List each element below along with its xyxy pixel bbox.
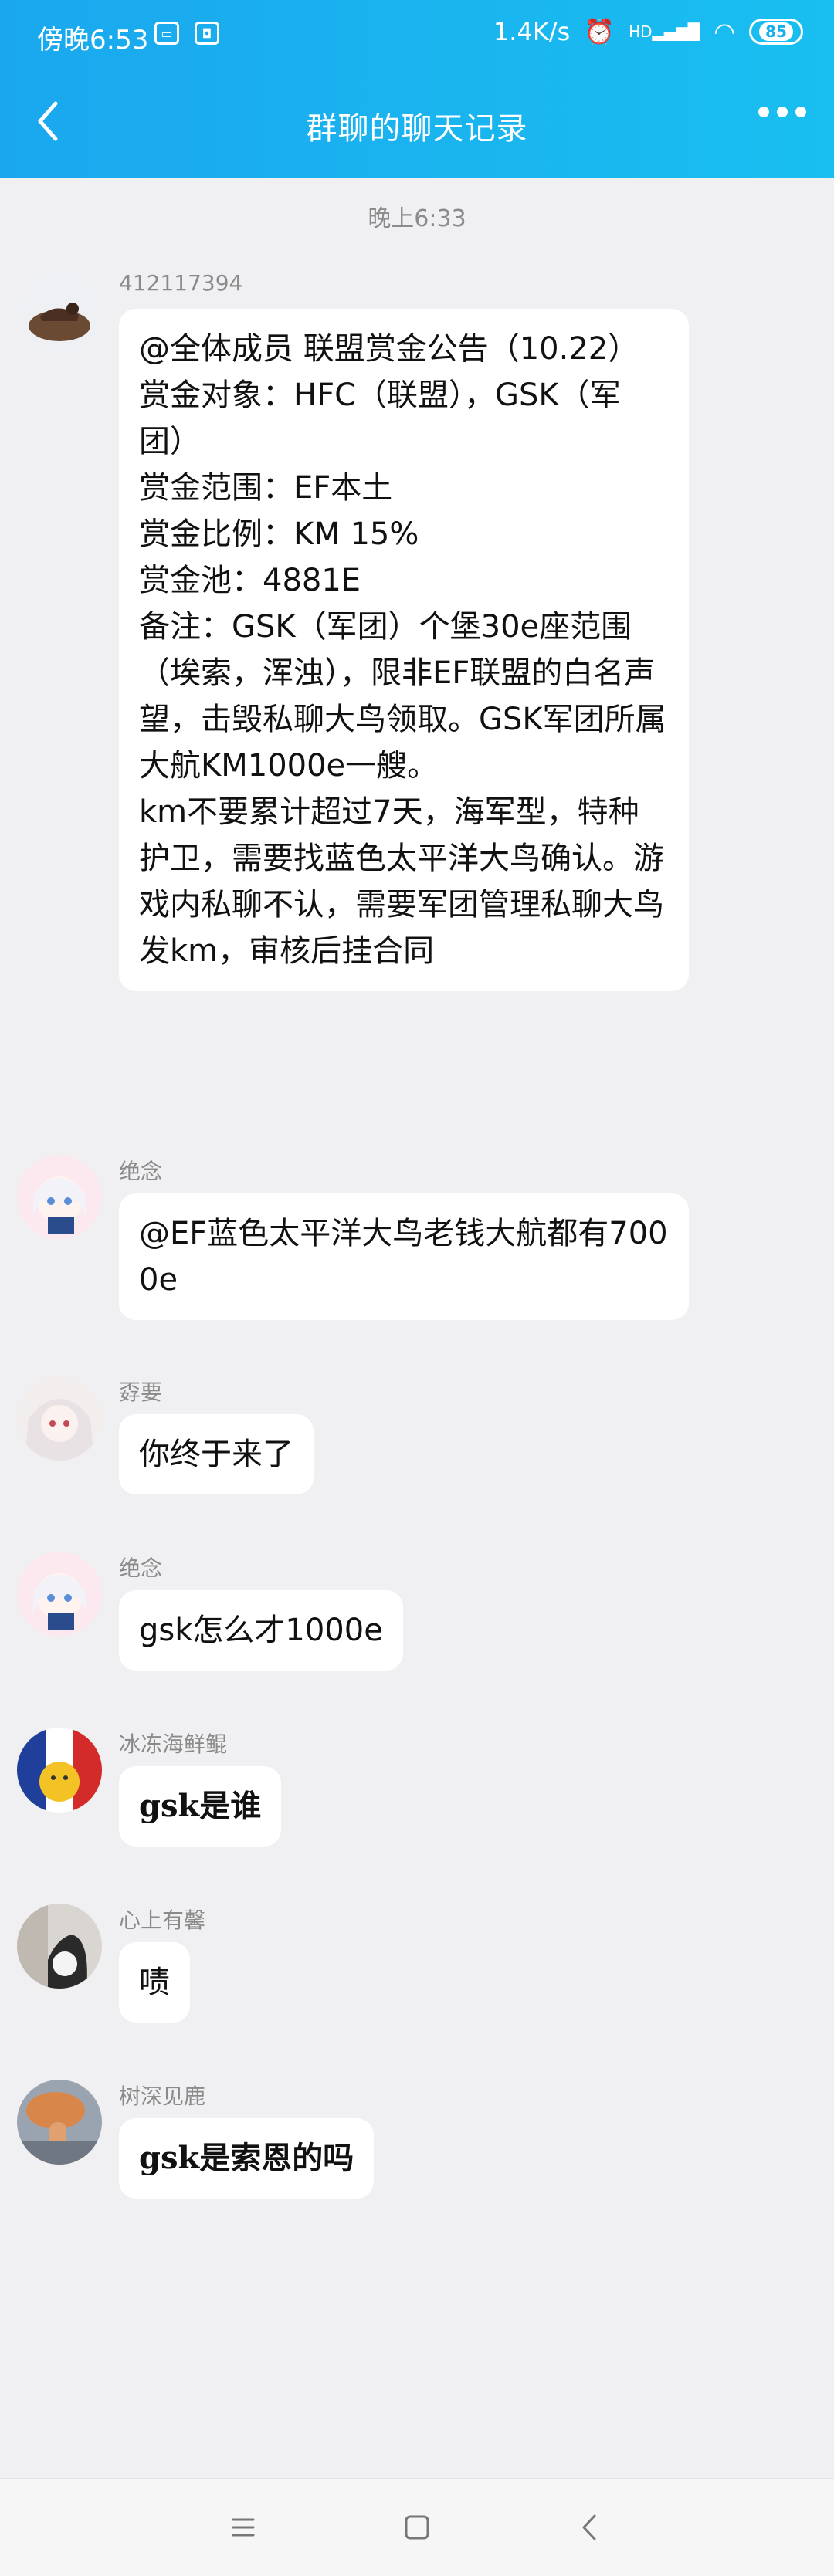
tv-app-icon: ▭ [154, 22, 179, 45]
chevron-left-icon [582, 2514, 596, 2540]
sender-name: 树深见鹿 [119, 2083, 206, 2109]
message-bubble[interactable]: 啧 [119, 1942, 190, 2023]
more-button[interactable] [758, 107, 806, 117]
menu-icon [232, 2518, 255, 2537]
wifi-icon: ◠ [714, 17, 735, 46]
header: 群聊的聊天记录 [0, 77, 834, 178]
system-nav-bar [0, 2478, 834, 2576]
alarm-icon: ⏰ [584, 17, 615, 46]
battery-icon: 85 [749, 19, 803, 45]
signal-icon: HD▂▄▆█ [629, 22, 700, 41]
sender-name: 绝念 [119, 1555, 163, 1581]
home-button[interactable] [398, 2508, 436, 2547]
more-dot-icon [777, 107, 788, 117]
app-notification-icon: ◘ [195, 22, 219, 45]
network-speed: 1.4K/s [493, 17, 571, 46]
avatar[interactable] [17, 270, 102, 355]
message-bubble[interactable]: gsk怎么才1000e [119, 1590, 403, 1671]
sender-name: 心上有馨 [119, 1907, 206, 1933]
page-title: 群聊的聊天记录 [306, 111, 528, 147]
avatar[interactable] [17, 2080, 102, 2165]
sender-name: 412117394 [119, 270, 243, 296]
message-bubble[interactable]: @EF蓝色太平洋大鸟老钱大航都有7000e [119, 1193, 689, 1320]
avatar[interactable] [17, 1376, 102, 1461]
home-square-icon [405, 2515, 429, 2540]
avatar[interactable] [17, 1155, 102, 1240]
status-bar: 傍晚6:53 ▭ ◘ 1.4K/s ⏰ HD▂▄▆█ ◠ 85 [0, 0, 834, 74]
more-dot-icon [758, 107, 769, 117]
sender-name: 冰冻海鲜鲲 [119, 1731, 228, 1757]
avatar[interactable] [17, 1728, 102, 1813]
avatar[interactable] [17, 1904, 102, 1989]
message-bubble[interactable]: 你终于来了 [119, 1414, 314, 1494]
back-nav-button[interactable] [571, 2508, 610, 2547]
sender-name: 孬要 [119, 1379, 163, 1405]
menu-button[interactable] [224, 2508, 263, 2547]
message-bubble[interactable]: gsk是谁 [119, 1766, 282, 1847]
message-bubble[interactable]: @全体成员 联盟赏金公告（10.22） 赏金对象：HFC（联盟），GSK（军团）赏… [119, 309, 689, 991]
more-dot-icon [795, 107, 806, 117]
sender-name: 绝念 [119, 1159, 163, 1184]
top-bar: 傍晚6:53 ▭ ◘ 1.4K/s ⏰ HD▂▄▆█ ◠ 85 群聊的聊天记录 [0, 0, 834, 178]
chat-timestamp: 晚上6:33 [368, 205, 466, 232]
avatar[interactable] [17, 1552, 102, 1637]
status-time: 傍晚6:53 [37, 25, 149, 56]
message-bubble[interactable]: gsk是索恩的吗 [119, 2118, 375, 2199]
